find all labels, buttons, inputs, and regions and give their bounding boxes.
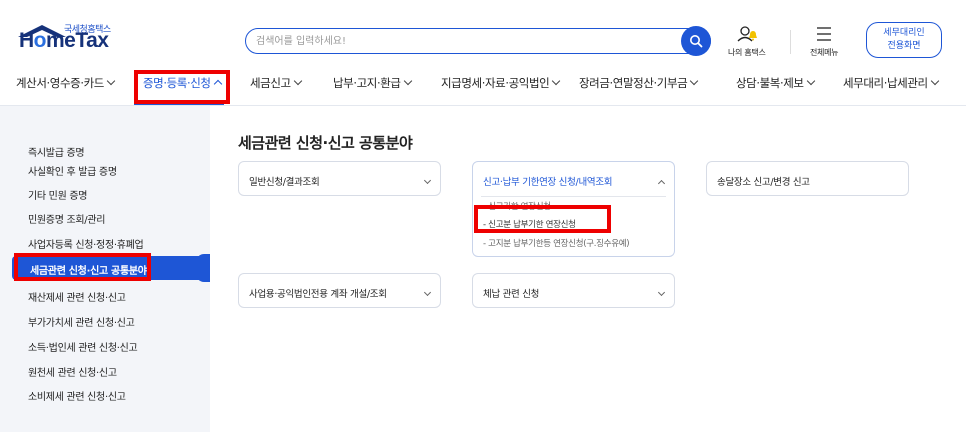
nav-invoice-receipt-card[interactable]: 계산서·영수증·카드 [16, 75, 116, 91]
highlight-box-nav [134, 70, 230, 104]
card-title: 사업용·공익법인전용 계좌 개설/조회 [249, 289, 387, 300]
search-input[interactable] [256, 33, 676, 49]
tax-agent-line2: 전용화면 [887, 41, 921, 51]
all-menu-label: 전체메뉴 [810, 48, 839, 57]
tax-agent-line1: 세무대리인 [883, 28, 925, 38]
logo-title: HomeTax [19, 29, 109, 52]
search-box [245, 28, 711, 54]
chevron-down-icon [293, 76, 302, 86]
sidebar-item-income-corporate[interactable]: 소득·법인세 관련 신청·신고 [28, 339, 138, 354]
header: 국세청홈택스 HomeTax 나의 홈택스 전체메뉴 세무대리인 전용화면 [0, 0, 966, 60]
chevron-down-icon [930, 76, 939, 86]
card-title: 송달장소 신고/변경 신고 [717, 177, 810, 188]
hamburger-menu-icon [817, 27, 832, 41]
search-button[interactable] [681, 26, 711, 56]
tax-agent-view-button[interactable]: 세무대리인 전용화면 [866, 22, 942, 58]
nav-consult-appeal-report[interactable]: 상담·불복·제보 [736, 75, 815, 91]
card-general-request[interactable]: 일반신청/결과조회 [238, 161, 441, 196]
sidebar-item-cert-management[interactable]: 민원증명 조회/관리 [28, 211, 105, 226]
chevron-down-icon [423, 176, 432, 185]
sidebar-item-other-cert[interactable]: 기타 민원 증명 [28, 187, 87, 202]
chevron-down-icon [423, 288, 432, 297]
card-title: 일반신청/결과조회 [249, 177, 320, 188]
sidebar-item-withholding[interactable]: 원천세 관련 신청·신고 [28, 364, 117, 379]
sidebar-item-consumption-tax[interactable]: 소비제세 관련 신청·신고 [28, 388, 126, 403]
chevron-down-icon [552, 76, 561, 86]
card-arrears[interactable]: 체납 관련 신청 [472, 273, 675, 308]
all-menu-button[interactable]: 전체메뉴 [810, 25, 839, 58]
highlight-box-sidebar [14, 253, 151, 281]
chevron-down-icon [806, 76, 815, 86]
card-title: 체납 관련 신청 [483, 289, 540, 300]
card-delivery-address[interactable]: 송달장소 신고/변경 신고 [706, 161, 909, 196]
card-business-account[interactable]: 사업용·공익법인전용 계좌 개설/조회 [238, 273, 441, 308]
search-icon [690, 35, 703, 48]
page-title: 세금관련 신청·신고 공통분야 [238, 134, 413, 152]
sidebar-item-verified-cert[interactable]: 사실확인 후 발급 증명 [28, 163, 117, 178]
nav-tax-filing[interactable]: 세금신고 [250, 75, 302, 91]
highlight-box-submenu [474, 205, 611, 233]
nav-tax-agent-management[interactable]: 세무대리·납세관리 [843, 75, 939, 91]
card-divider [481, 196, 666, 197]
sidebar-item-vat[interactable]: 부가가치세 관련 신청·신고 [28, 314, 135, 329]
nav-payment-notice-refund[interactable]: 납부·고지·환급 [333, 75, 412, 91]
sidebar-item-instant-cert[interactable]: 즉시발급 증명 [28, 144, 85, 159]
my-hometax-button[interactable]: 나의 홈택스 [728, 25, 766, 58]
util-divider [790, 30, 791, 54]
my-hometax-label: 나의 홈택스 [728, 48, 766, 57]
chevron-down-icon [690, 76, 699, 86]
sidebar-item-business-registration[interactable]: 사업자등록 신청·정정·휴폐업 [28, 236, 144, 251]
card-title: 신고·납부 기한연장 신청/내역조회 [483, 177, 613, 188]
chevron-down-icon [657, 288, 666, 297]
chevron-down-icon [106, 76, 116, 86]
sidebar-active-tab [196, 254, 210, 282]
submenu-notice-extension[interactable]: - 고지분 납부기한등 연장신청(구.징수유예) [483, 237, 630, 249]
nav-incentives-yearend[interactable]: 장려금·연말정산·기부금 [579, 75, 699, 91]
sidebar-item-property-tax[interactable]: 재산제세 관련 신청·신고 [28, 289, 126, 304]
user-bell-icon [737, 26, 757, 42]
nav-payment-statements[interactable]: 지급명세·자료·공익법인 [441, 75, 561, 91]
chevron-up-icon [657, 179, 666, 188]
chevron-down-icon [403, 76, 412, 86]
